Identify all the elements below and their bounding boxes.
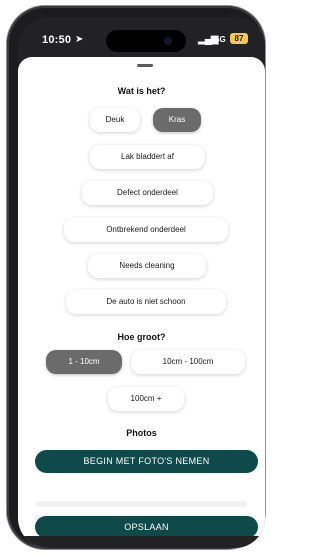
option-defect-onderdeel-button[interactable]: Defect onderdeel (82, 181, 213, 205)
phone-body: 10:50 ➤ ▂▄▆ 5G 87 Wat is het? Deuk Kras … (7, 6, 265, 549)
dynamic-island (106, 30, 186, 52)
photos-heading: Photos (126, 428, 157, 438)
sheet-grabber[interactable] (137, 64, 153, 67)
size-100cm-plus-button[interactable]: 100cm + (108, 387, 184, 411)
option-needs-cleaning-button[interactable]: Needs cleaning (88, 254, 206, 278)
option-lak-bladdert-af-button[interactable]: Lak bladdert af (90, 145, 205, 169)
size-10-100cm-button[interactable]: 10cm - 100cm (131, 350, 245, 374)
home-indicator-area (18, 536, 265, 548)
damage-report-sheet: Wat is het? Deuk Kras Lak bladdert af De… (18, 57, 265, 548)
option-ontbrekend-onderdeel-button[interactable]: Ontbrekend onderdeel (64, 218, 228, 242)
device-frame: 10:50 ➤ ▂▄▆ 5G 87 Wat is het? Deuk Kras … (0, 0, 269, 554)
section-divider (36, 501, 247, 507)
size-heading: Hoe groot? (117, 332, 166, 342)
damage-type-heading: Wat is het? (117, 86, 166, 96)
start-photos-button[interactable]: BEGIN MET FOTO'S NEMEN (35, 450, 258, 473)
status-time: 10:50 (42, 34, 72, 46)
size-1-10cm-button[interactable]: 1 - 10cm (46, 350, 122, 374)
location-arrow-icon: ➤ (75, 34, 84, 45)
phone-screen: 10:50 ➤ ▂▄▆ 5G 87 Wat is het? Deuk Kras … (18, 17, 265, 548)
option-niet-schoon-button[interactable]: De auto is niet schoon (66, 290, 226, 314)
network-type: 5G (215, 35, 226, 44)
option-kras-button[interactable]: Kras (153, 108, 201, 132)
option-deuk-button[interactable]: Deuk (90, 108, 140, 132)
save-button[interactable]: OPSLAAN (35, 516, 258, 538)
battery-indicator: 87 (230, 33, 248, 44)
camera-icon (164, 37, 172, 45)
